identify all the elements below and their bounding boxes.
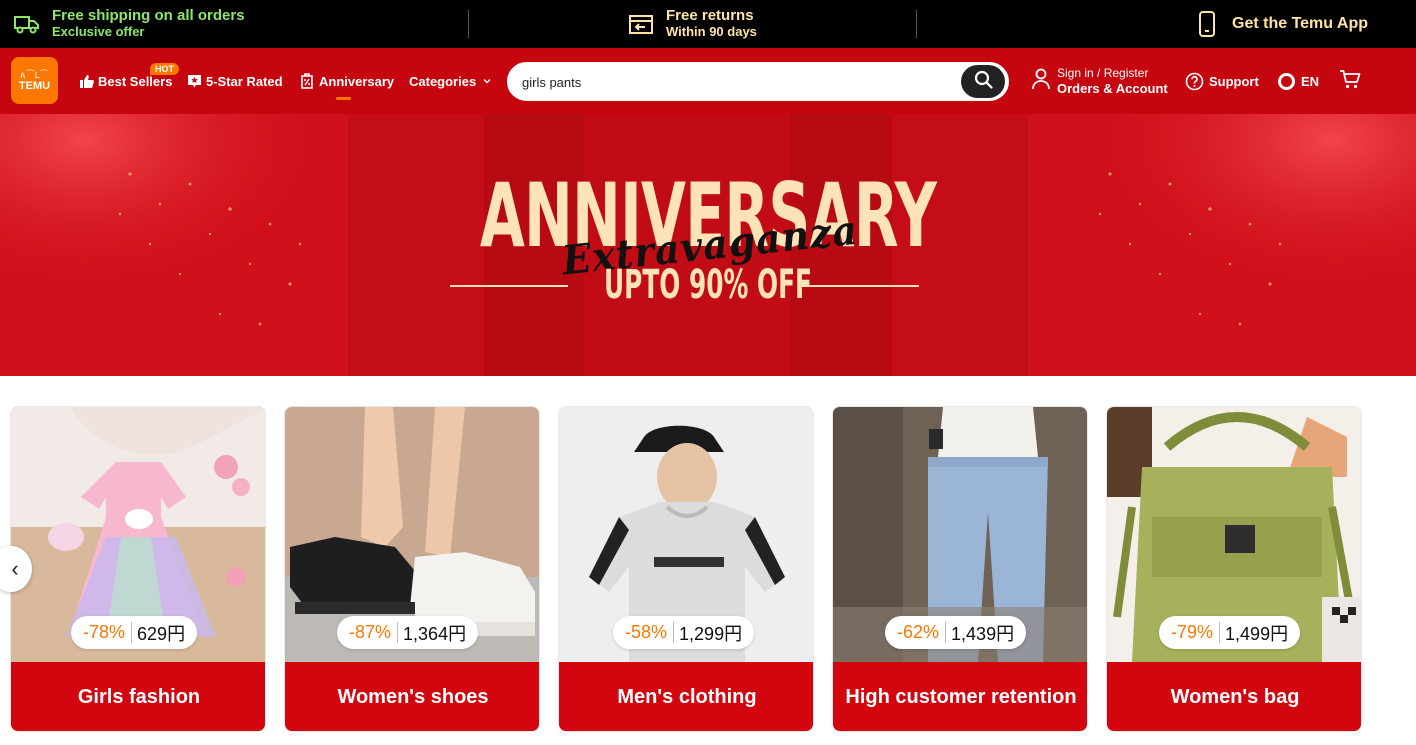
language-label: EN xyxy=(1301,73,1320,89)
category-label: Women's shoes xyxy=(285,662,539,731)
support-label: Support xyxy=(1209,73,1259,89)
logo-text: TEMU xyxy=(18,79,51,92)
price-label: 1,299円 xyxy=(679,623,743,644)
shipping-subtitle: Exclusive offer xyxy=(52,24,145,39)
category-label: Women's bag xyxy=(1107,662,1361,731)
free-shipping-promo[interactable]: Free shipping on all orders Exclusive of… xyxy=(12,0,245,48)
promo-divider xyxy=(916,10,917,38)
price-pill: -87% 1,364円 xyxy=(337,616,479,649)
category-card-womens-shoes[interactable]: -87% 1,364円 Women's shoes xyxy=(284,406,540,732)
truck-icon xyxy=(12,9,42,39)
discount-label: -87% xyxy=(349,622,399,643)
category-card-girls-fashion[interactable]: -78% 629円 Girls fashion xyxy=(10,406,266,732)
sign-in-label: Sign in / Register xyxy=(1057,66,1149,80)
category-card-mens-clothing[interactable]: -58% 1,299円 Men's clothing xyxy=(558,406,814,732)
returns-title: Free returns xyxy=(666,7,754,24)
chevron-left-icon: ‹ xyxy=(11,556,19,581)
account-menu[interactable]: Sign in / Register Orders & Account xyxy=(1031,66,1168,96)
price-label: 1,439円 xyxy=(951,623,1015,644)
search-icon xyxy=(974,70,993,94)
language-selector[interactable]: EN xyxy=(1278,48,1319,114)
hot-badge: HOT xyxy=(150,63,179,75)
get-app-label: Get the Temu App xyxy=(1232,15,1368,32)
nav-categories[interactable]: Categories xyxy=(409,48,495,114)
price-pill: -58% 1,299円 xyxy=(613,616,755,649)
price-pill: -62% 1,439円 xyxy=(885,616,1027,649)
category-card-womens-bag[interactable]: -79% 1,499円 Women's bag xyxy=(1106,406,1362,732)
nav-anniversary-label: Anniversary xyxy=(319,73,395,89)
promo-divider xyxy=(468,10,469,38)
category-label: High customer retention xyxy=(833,662,1087,731)
shipping-title: Free shipping on all orders xyxy=(52,7,245,24)
nav-categories-label: Categories xyxy=(409,73,477,89)
help-circle-icon xyxy=(1185,72,1204,91)
price-label: 629円 xyxy=(137,623,186,644)
nav-anniversary[interactable]: Anniversary xyxy=(299,48,394,114)
return-box-icon xyxy=(626,9,656,39)
phone-icon xyxy=(1192,9,1222,39)
price-label: 1,499円 xyxy=(1225,623,1289,644)
chevron-down-icon xyxy=(479,73,495,89)
support-link[interactable]: Support xyxy=(1185,48,1259,114)
cart-icon xyxy=(1339,69,1362,93)
price-label: 1,364円 xyxy=(403,623,467,644)
returns-subtitle: Within 90 days xyxy=(666,24,757,39)
price-pill: -78% 629円 xyxy=(71,616,198,649)
discount-label: -62% xyxy=(897,622,947,643)
category-card-high-customer-retention[interactable]: -62% 1,439円 High customer retention xyxy=(832,406,1088,732)
search-input[interactable] xyxy=(522,72,942,92)
globe-icon xyxy=(1278,72,1295,90)
nav-best-sellers-label: Best Sellers xyxy=(98,73,173,89)
category-label: Girls fashion xyxy=(11,662,265,731)
nav-five-star-label: 5-Star Rated xyxy=(206,73,283,89)
logo-glyphs: ጰ⁀ᒪ⁀ xyxy=(20,69,49,80)
top-promo-bar: Free shipping on all orders Exclusive of… xyxy=(0,0,1416,48)
discount-label: -79% xyxy=(1171,622,1221,643)
main-header: ጰ⁀ᒪ⁀ TEMU Best Sellers HOT 5-Star Rated … xyxy=(0,48,1416,114)
star-badge-icon xyxy=(186,73,202,89)
price-pill: -79% 1,499円 xyxy=(1159,616,1301,649)
nav-best-sellers[interactable]: Best Sellers xyxy=(78,48,172,114)
banner-rule-right xyxy=(801,285,919,287)
discount-label: -78% xyxy=(83,622,133,643)
search-button[interactable] xyxy=(961,65,1005,98)
orders-account-label: Orders & Account xyxy=(1057,81,1168,96)
banner-subtitle: UPTO 90% OFF xyxy=(604,262,812,308)
active-nav-indicator xyxy=(336,97,351,100)
nav-five-star-rated[interactable]: 5-Star Rated xyxy=(186,48,283,114)
free-returns-promo[interactable]: Free returns Within 90 days xyxy=(626,0,757,48)
category-label: Men's clothing xyxy=(559,662,813,731)
cart-button[interactable] xyxy=(1339,48,1362,114)
discount-label: -58% xyxy=(625,622,675,643)
user-icon xyxy=(1031,68,1051,95)
temu-logo[interactable]: ጰ⁀ᒪ⁀ TEMU xyxy=(11,57,58,104)
thumbs-up-icon xyxy=(78,73,94,89)
search-bar xyxy=(507,62,1009,101)
percent-tag-icon xyxy=(299,73,315,89)
anniversary-banner[interactable]: ANNIVERSARY Extravaganza UPTO 90% OFF xyxy=(0,114,1416,376)
get-app-promo[interactable]: Get the Temu App xyxy=(1192,0,1368,48)
